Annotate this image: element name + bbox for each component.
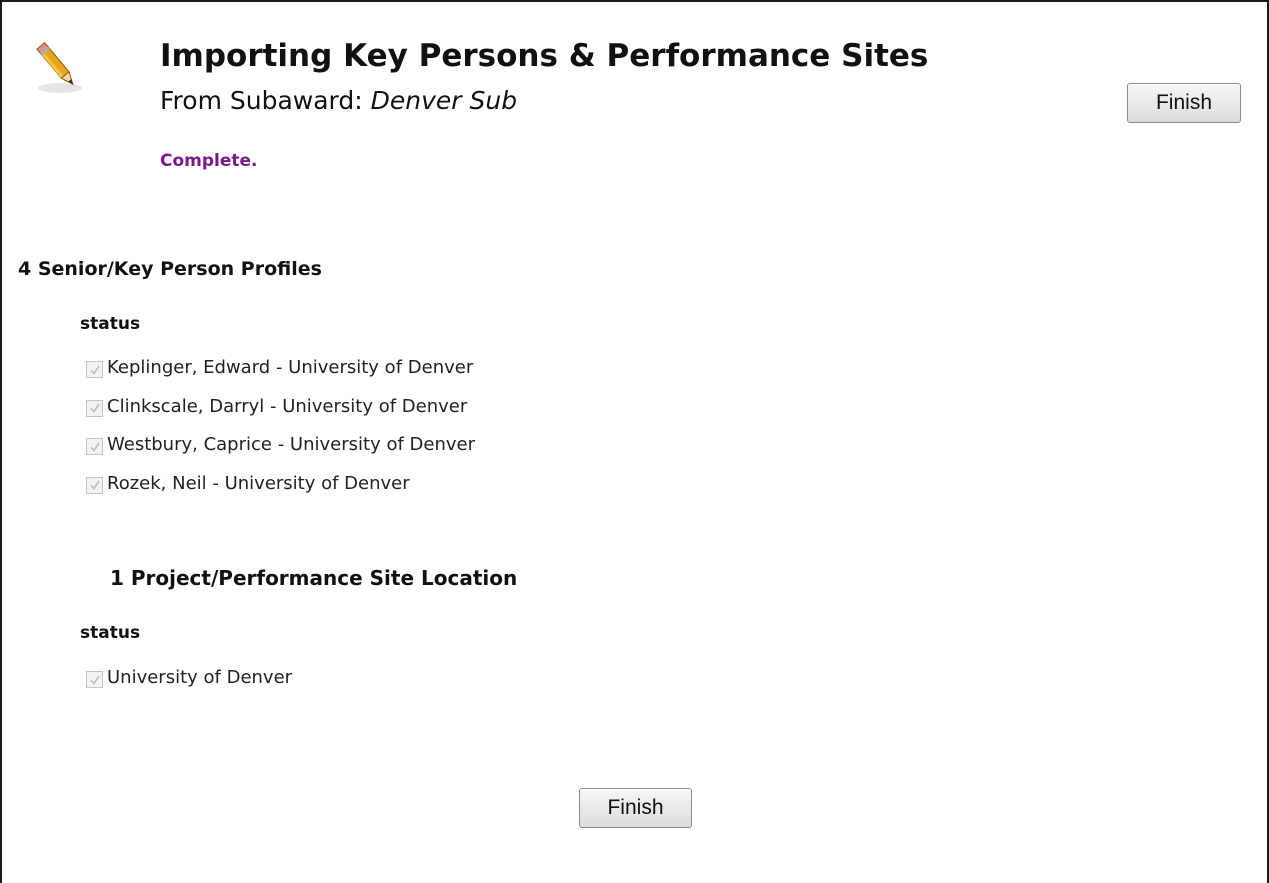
performance-sites-list: University of Denver <box>86 667 292 706</box>
key-person-item: Westbury, Caprice - University of Denver <box>86 434 475 473</box>
checkmark-icon <box>89 480 100 490</box>
performance-site-item: University of Denver <box>86 667 292 706</box>
performance-sites-heading: 1 Project/Performance Site Location <box>110 566 518 590</box>
key-person-item: Keplinger, Edward - University of Denver <box>86 357 475 396</box>
key-person-item: Clinkscale, Darryl - University of Denve… <box>86 396 475 435</box>
finish-button-bottom[interactable]: Finish <box>579 788 692 828</box>
key-person-label: Keplinger, Edward - University of Denver <box>107 357 474 378</box>
key-person-label: Clinkscale, Darryl - University of Denve… <box>107 395 468 417</box>
performance-site-label: University of Denver <box>107 667 293 688</box>
checkmark-icon <box>89 675 100 685</box>
checkmark-icon <box>89 442 100 452</box>
key-person-label: Westbury, Caprice - University of Denver <box>107 434 475 455</box>
page-title: Importing Key Persons & Performance Site… <box>160 38 929 74</box>
subtitle-prefix: From Subaward: <box>160 86 371 115</box>
key-person-item: Rozek, Neil - University of Denver <box>86 473 475 512</box>
import-status-message: Complete. <box>160 151 258 171</box>
key-person-label: Rozek, Neil - University of Denver <box>107 472 410 494</box>
status-checkbox[interactable] <box>86 438 103 455</box>
pencil-icon <box>36 41 82 93</box>
status-checkbox[interactable] <box>86 671 103 688</box>
performance-sites-status-label: status <box>80 623 141 643</box>
page-subtitle: From Subaward: Denver Sub <box>160 86 517 115</box>
status-checkbox[interactable] <box>86 399 103 417</box>
key-persons-heading: 4 Senior/Key Person Profiles <box>18 258 322 280</box>
finish-button-top[interactable]: Finish <box>1127 83 1241 123</box>
checkmark-icon <box>89 403 100 413</box>
status-checkbox[interactable] <box>86 476 103 494</box>
key-persons-list: Keplinger, Edward - University of Denver… <box>86 357 475 511</box>
key-persons-status-label: status <box>80 314 141 334</box>
checkmark-icon <box>89 365 100 375</box>
subaward-name: Denver Sub <box>370 86 518 115</box>
status-checkbox[interactable] <box>86 361 103 378</box>
